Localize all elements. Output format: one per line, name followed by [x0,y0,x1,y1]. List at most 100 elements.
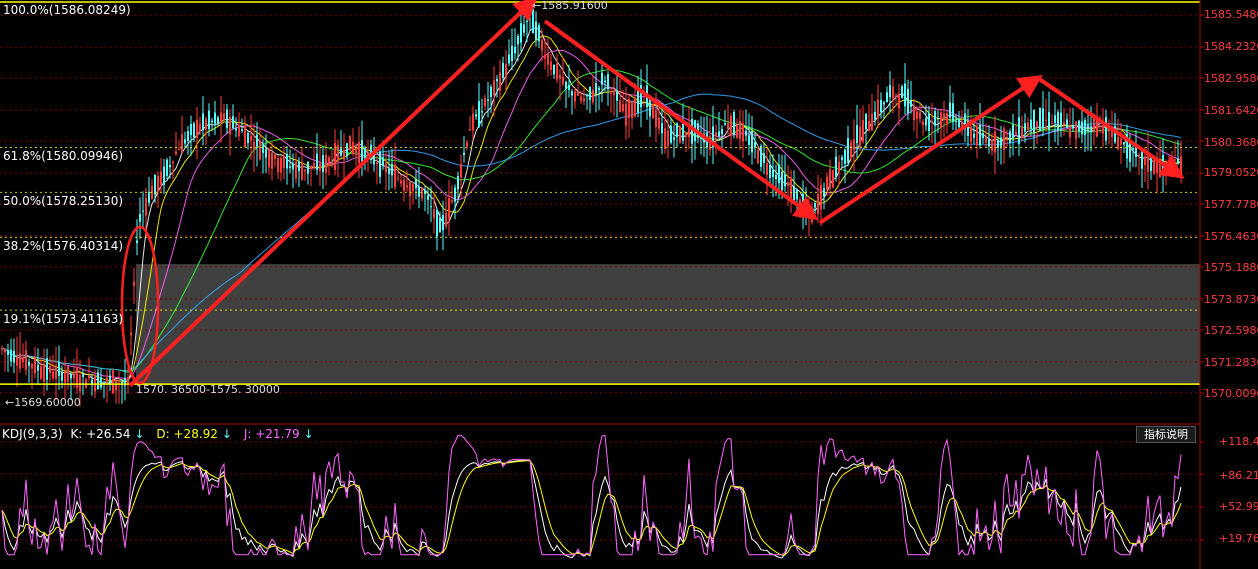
candle-body [940,112,942,129]
candle-body [892,86,894,99]
candle-body [757,149,759,164]
candle-body [880,99,882,113]
candle-body [871,113,873,131]
candle-body [358,141,360,163]
candle-body [130,332,132,336]
candle-body [868,120,870,131]
candle-body [52,371,54,379]
candle-body [379,151,381,177]
price-tick: 1582.9580 [1204,72,1258,85]
candle-body [721,128,723,135]
candle-body [451,200,453,202]
candle-body [1081,121,1083,135]
candle-body [1000,137,1002,147]
candle-body [790,177,792,200]
candle-body [667,130,669,147]
candle-body [418,186,420,197]
candle-body [310,165,312,169]
candle-body [1021,126,1023,139]
candle-body [22,358,24,363]
candle-body [289,166,291,168]
candle-body [253,141,255,151]
candle-body [583,98,585,102]
candle-body [181,134,183,154]
candle-body [496,78,498,82]
candle-body [775,174,777,180]
candle-body [409,182,411,197]
candle-body [400,180,402,184]
candle-body [178,148,180,150]
candle-body [916,111,918,119]
candle-body [319,163,321,171]
candle-body [553,64,555,75]
candle-body [586,95,588,97]
candle-body [685,131,687,138]
candle-body [895,95,897,98]
candle-body [997,140,999,148]
candle-body [403,179,405,191]
candle-body [421,188,423,199]
candle-body [1102,126,1104,134]
candle-body [943,113,945,120]
candle-body [1132,148,1134,151]
candle-body [238,124,240,137]
candle-body [1105,117,1107,141]
candle-body [1168,161,1170,165]
price-tick: 1579.0520 [1204,166,1258,179]
candle-body [637,90,639,113]
fib-label-19-1: 19.1%(1573.41163) [3,312,124,326]
candle-body [742,123,744,142]
candle-body [316,153,318,170]
candle-body [133,281,135,286]
candle-body [1060,112,1062,126]
candle-body [751,131,753,153]
candle-body [247,133,249,143]
candle-body [787,182,789,186]
candle-body [1123,142,1125,145]
candle-body [952,103,954,123]
candle-body [361,140,363,162]
candle-body [262,145,264,153]
candle-body [958,119,960,128]
down-arrow-icon: ↓ [303,427,314,441]
candle-body [211,120,213,123]
indicator-explanation-button[interactable]: 指标说明 [1136,426,1196,443]
candle-body [655,109,657,127]
candle-body [97,372,99,390]
candle-body [511,45,513,62]
candle-body [10,349,12,362]
candle-body [1066,119,1068,129]
candle-body [517,36,519,45]
candle-body [382,157,384,166]
candle-body [1117,137,1119,150]
candle-body [184,139,186,144]
price-tick: 1572.5980 [1204,324,1258,337]
candle-body [205,119,207,130]
candle-body [592,89,594,103]
kdj-tick: +118.4 [1219,435,1258,448]
candle-body [832,170,834,188]
candle-body [898,93,900,109]
candle-body [928,113,930,131]
candle-body [505,63,507,77]
candle-body [829,169,831,189]
candle-body [616,90,618,101]
candle-body [190,124,192,136]
candle-body [913,106,915,121]
candle-body [502,63,504,78]
low-price-value: 1569.60000 [14,396,81,409]
candle-body [94,374,96,392]
candle-body [280,157,282,173]
candle-body [673,137,675,140]
price-tick: 1571.2830 [1204,356,1258,369]
candle-body [469,129,471,131]
price-tick: 1584.2320 [1204,40,1258,53]
candle-body [457,176,459,190]
price-tick: 1570.0090 [1204,387,1258,400]
candle-body [145,197,147,216]
candle-body [1153,160,1155,174]
candle-body [283,156,285,169]
candle-body [148,191,150,203]
candle-body [679,126,681,143]
candle-body [220,112,222,123]
